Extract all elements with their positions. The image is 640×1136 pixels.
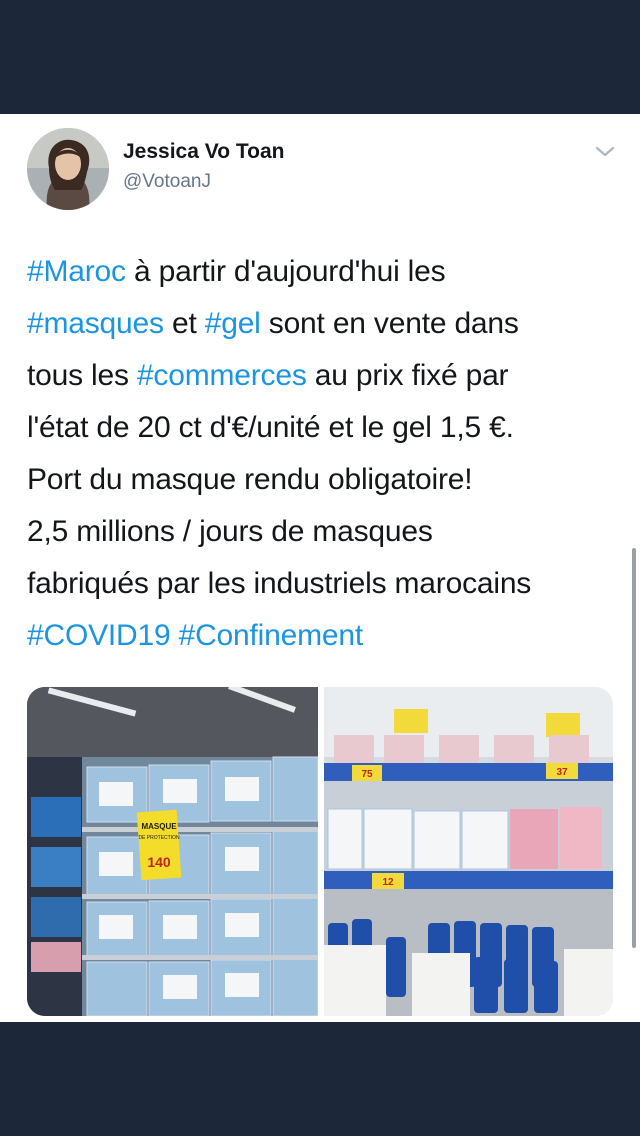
tweet-text-segment	[170, 619, 178, 652]
hashtag-link[interactable]: #commerces	[137, 359, 307, 392]
tweet-text-segment: à partir d'aujourd'hui les	[125, 255, 446, 288]
tweet-text-segment: au prix fixé par	[306, 359, 509, 392]
tweet-text-segment: tous les	[27, 359, 137, 392]
tweet-line: 2,5 millions / jours de masques	[27, 506, 617, 558]
tweet-line: fabriqués par les industriels marocains	[27, 558, 617, 610]
hashtag-link[interactable]: #COVID19	[27, 619, 171, 652]
tweet-text: #Maroc à partir d'aujourd'hui les #masque…	[27, 246, 617, 662]
author-name[interactable]: Jessica Vo Toan	[123, 140, 284, 164]
tweet-text-segment: sont en vente dans	[260, 307, 519, 340]
tweet-line: Port du masque rendu obligatoire!	[27, 454, 617, 506]
avatar[interactable]	[27, 128, 109, 210]
hashtag-link[interactable]: #Confinement	[179, 619, 364, 652]
author-handle[interactable]: @VotoanJ	[123, 171, 211, 193]
tweet-text-segment: 2,5 millions / jours de masques	[27, 515, 433, 548]
price-tag-1: 75	[361, 769, 373, 780]
tweet-text-segment: et	[163, 307, 205, 340]
tweet-photo-2[interactable]: 75 37 12	[324, 687, 613, 1016]
tweet-line: #Maroc à partir d'aujourd'hui les	[27, 246, 617, 298]
tweet-line: l'état de 20 ct d'€/unité et le gel 1,5 …	[27, 402, 617, 454]
tweet-text-segment: Port du masque rendu obligatoire!	[27, 463, 473, 496]
price-tag-2: 37	[556, 767, 568, 778]
tweet-line: #masques et #gel sont en vente dans	[27, 298, 617, 350]
hashtag-link[interactable]: #gel	[205, 307, 261, 340]
price-tag-3: 12	[382, 877, 394, 888]
price-tag-subtitle: DE PROTECTION	[138, 835, 180, 841]
price-tag-title: MASQUE	[141, 822, 177, 831]
price-tag-value: 140	[147, 854, 171, 870]
hashtag-link[interactable]: #Maroc	[27, 255, 126, 288]
tweet-text-segment: l'état de 20 ct d'€/unité et le gel 1,5 …	[27, 411, 514, 444]
tweet-text-segment: fabriqués par les industriels marocains	[27, 567, 532, 600]
chevron-down-icon[interactable]	[594, 144, 616, 160]
tweet-line: tous les #commerces au prix fixé par	[27, 350, 617, 402]
hashtag-link[interactable]: #masques	[27, 307, 164, 340]
scrollbar[interactable]	[632, 548, 636, 948]
tweet-photo-1[interactable]: MASQUE DE PROTECTION 140	[27, 687, 318, 1016]
tweet-line: #COVID19 #Confinement	[27, 610, 617, 662]
